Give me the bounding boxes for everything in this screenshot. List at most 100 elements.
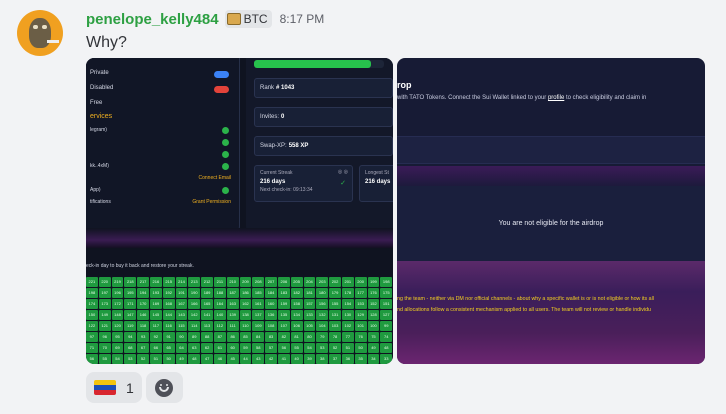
- day-cell[interactable]: 63: [188, 343, 201, 353]
- day-cell[interactable]: 166: [188, 299, 201, 309]
- day-cell[interactable]: 74: [380, 332, 393, 342]
- day-cell[interactable]: 149: [98, 310, 111, 320]
- day-cell[interactable]: 170: [137, 299, 149, 309]
- day-cell[interactable]: 168: [162, 299, 175, 309]
- day-cell[interactable]: 187: [226, 288, 239, 298]
- day-cell[interactable]: 66: [149, 343, 162, 353]
- profile-link[interactable]: profile: [548, 95, 564, 101]
- day-cell[interactable]: 128: [367, 310, 380, 320]
- day-cell[interactable]: 147: [124, 310, 137, 320]
- day-cell[interactable]: 118: [137, 321, 149, 331]
- day-cell[interactable]: 219: [111, 277, 124, 287]
- day-cell[interactable]: 37: [329, 354, 341, 364]
- day-cell[interactable]: 101: [354, 321, 367, 331]
- day-cell[interactable]: 67: [137, 343, 149, 353]
- add-reaction-button[interactable]: [145, 372, 183, 403]
- day-cell[interactable]: 196: [111, 288, 124, 298]
- day-cell[interactable]: 105: [303, 321, 316, 331]
- day-cell[interactable]: 138: [239, 310, 252, 320]
- day-cell[interactable]: 95: [111, 332, 124, 342]
- day-cell[interactable]: 190: [188, 288, 201, 298]
- day-cell[interactable]: 188: [213, 288, 226, 298]
- day-cell[interactable]: 140: [213, 310, 226, 320]
- day-cell[interactable]: 174: [86, 299, 98, 309]
- day-cell[interactable]: 68: [124, 343, 137, 353]
- day-cell[interactable]: 39: [303, 354, 316, 364]
- day-cell[interactable]: 206: [277, 277, 290, 287]
- day-cell[interactable]: 164: [213, 299, 226, 309]
- day-cell[interactable]: 191: [175, 288, 188, 298]
- day-cell[interactable]: 116: [162, 321, 175, 331]
- day-cell[interactable]: 214: [175, 277, 188, 287]
- day-cell[interactable]: 154: [341, 299, 354, 309]
- day-cell[interactable]: 152: [367, 299, 380, 309]
- day-cell[interactable]: 158: [290, 299, 303, 309]
- day-cell[interactable]: 57: [265, 343, 277, 353]
- day-cell[interactable]: 55: [98, 354, 111, 364]
- day-cell[interactable]: 52: [329, 343, 341, 353]
- day-cell[interactable]: 134: [290, 310, 303, 320]
- day-cell[interactable]: 56: [277, 343, 290, 353]
- day-cell[interactable]: 165: [201, 299, 213, 309]
- setting-toggle[interactable]: [214, 71, 229, 78]
- day-cell[interactable]: 62: [201, 343, 213, 353]
- day-cell[interactable]: 43: [252, 354, 265, 364]
- day-cell[interactable]: 106: [290, 321, 303, 331]
- day-cell[interactable]: 109: [252, 321, 265, 331]
- day-cell[interactable]: 137: [252, 310, 265, 320]
- day-cell[interactable]: 59: [239, 343, 252, 353]
- day-cell[interactable]: 117: [149, 321, 162, 331]
- day-cell[interactable]: 115: [175, 321, 188, 331]
- attachment-image-dashboard[interactable]: Private Disabled Free ervices legram) kk..4xM…: [86, 58, 393, 364]
- day-cell[interactable]: 104: [316, 321, 329, 331]
- day-cell[interactable]: 176: [367, 288, 380, 298]
- day-cell[interactable]: 177: [354, 288, 367, 298]
- setting-toggle[interactable]: [214, 86, 229, 93]
- day-cell[interactable]: 171: [124, 299, 137, 309]
- day-cell[interactable]: 85: [239, 332, 252, 342]
- day-cell[interactable]: 55: [290, 343, 303, 353]
- day-cell[interactable]: 121: [98, 321, 111, 331]
- day-cell[interactable]: 54: [111, 354, 124, 364]
- day-cell[interactable]: 163: [226, 299, 239, 309]
- day-cell[interactable]: 70: [98, 343, 111, 353]
- day-cell[interactable]: 93: [137, 332, 149, 342]
- day-cell[interactable]: 133: [303, 310, 316, 320]
- day-cell[interactable]: 122: [86, 321, 98, 331]
- service-action-link[interactable]: Grant Permission: [192, 199, 231, 205]
- day-cell[interactable]: 195: [124, 288, 137, 298]
- day-cell[interactable]: 181: [303, 288, 316, 298]
- day-cell[interactable]: 141: [201, 310, 213, 320]
- day-cell[interactable]: 157: [303, 299, 316, 309]
- day-cell[interactable]: 41: [277, 354, 290, 364]
- day-cell[interactable]: 220: [98, 277, 111, 287]
- day-cell[interactable]: 90: [175, 332, 188, 342]
- day-cell[interactable]: 175: [380, 288, 393, 298]
- day-cell[interactable]: 100: [367, 321, 380, 331]
- day-cell[interactable]: 46: [213, 354, 226, 364]
- day-cell[interactable]: 97: [86, 332, 98, 342]
- day-cell[interactable]: 52: [137, 354, 149, 364]
- day-cell[interactable]: 215: [162, 277, 175, 287]
- day-cell[interactable]: 86: [226, 332, 239, 342]
- day-cell[interactable]: 120: [111, 321, 124, 331]
- day-cell[interactable]: 167: [175, 299, 188, 309]
- day-cell[interactable]: 127: [380, 310, 393, 320]
- day-cell[interactable]: 198: [86, 288, 98, 298]
- day-cell[interactable]: 199: [367, 277, 380, 287]
- day-cell[interactable]: 81: [290, 332, 303, 342]
- day-cell[interactable]: 113: [201, 321, 213, 331]
- day-cell[interactable]: 198: [380, 277, 393, 287]
- day-cell[interactable]: 212: [201, 277, 213, 287]
- day-cell[interactable]: 48: [380, 343, 393, 353]
- day-cell[interactable]: 45: [226, 354, 239, 364]
- day-cell[interactable]: 184: [265, 288, 277, 298]
- day-cell[interactable]: 69: [111, 343, 124, 353]
- day-cell[interactable]: 51: [149, 354, 162, 364]
- day-cell[interactable]: 114: [188, 321, 201, 331]
- day-cell[interactable]: 65: [162, 343, 175, 353]
- day-cell[interactable]: 169: [149, 299, 162, 309]
- day-cell[interactable]: 145: [149, 310, 162, 320]
- day-cell[interactable]: 153: [354, 299, 367, 309]
- day-cell[interactable]: 83: [265, 332, 277, 342]
